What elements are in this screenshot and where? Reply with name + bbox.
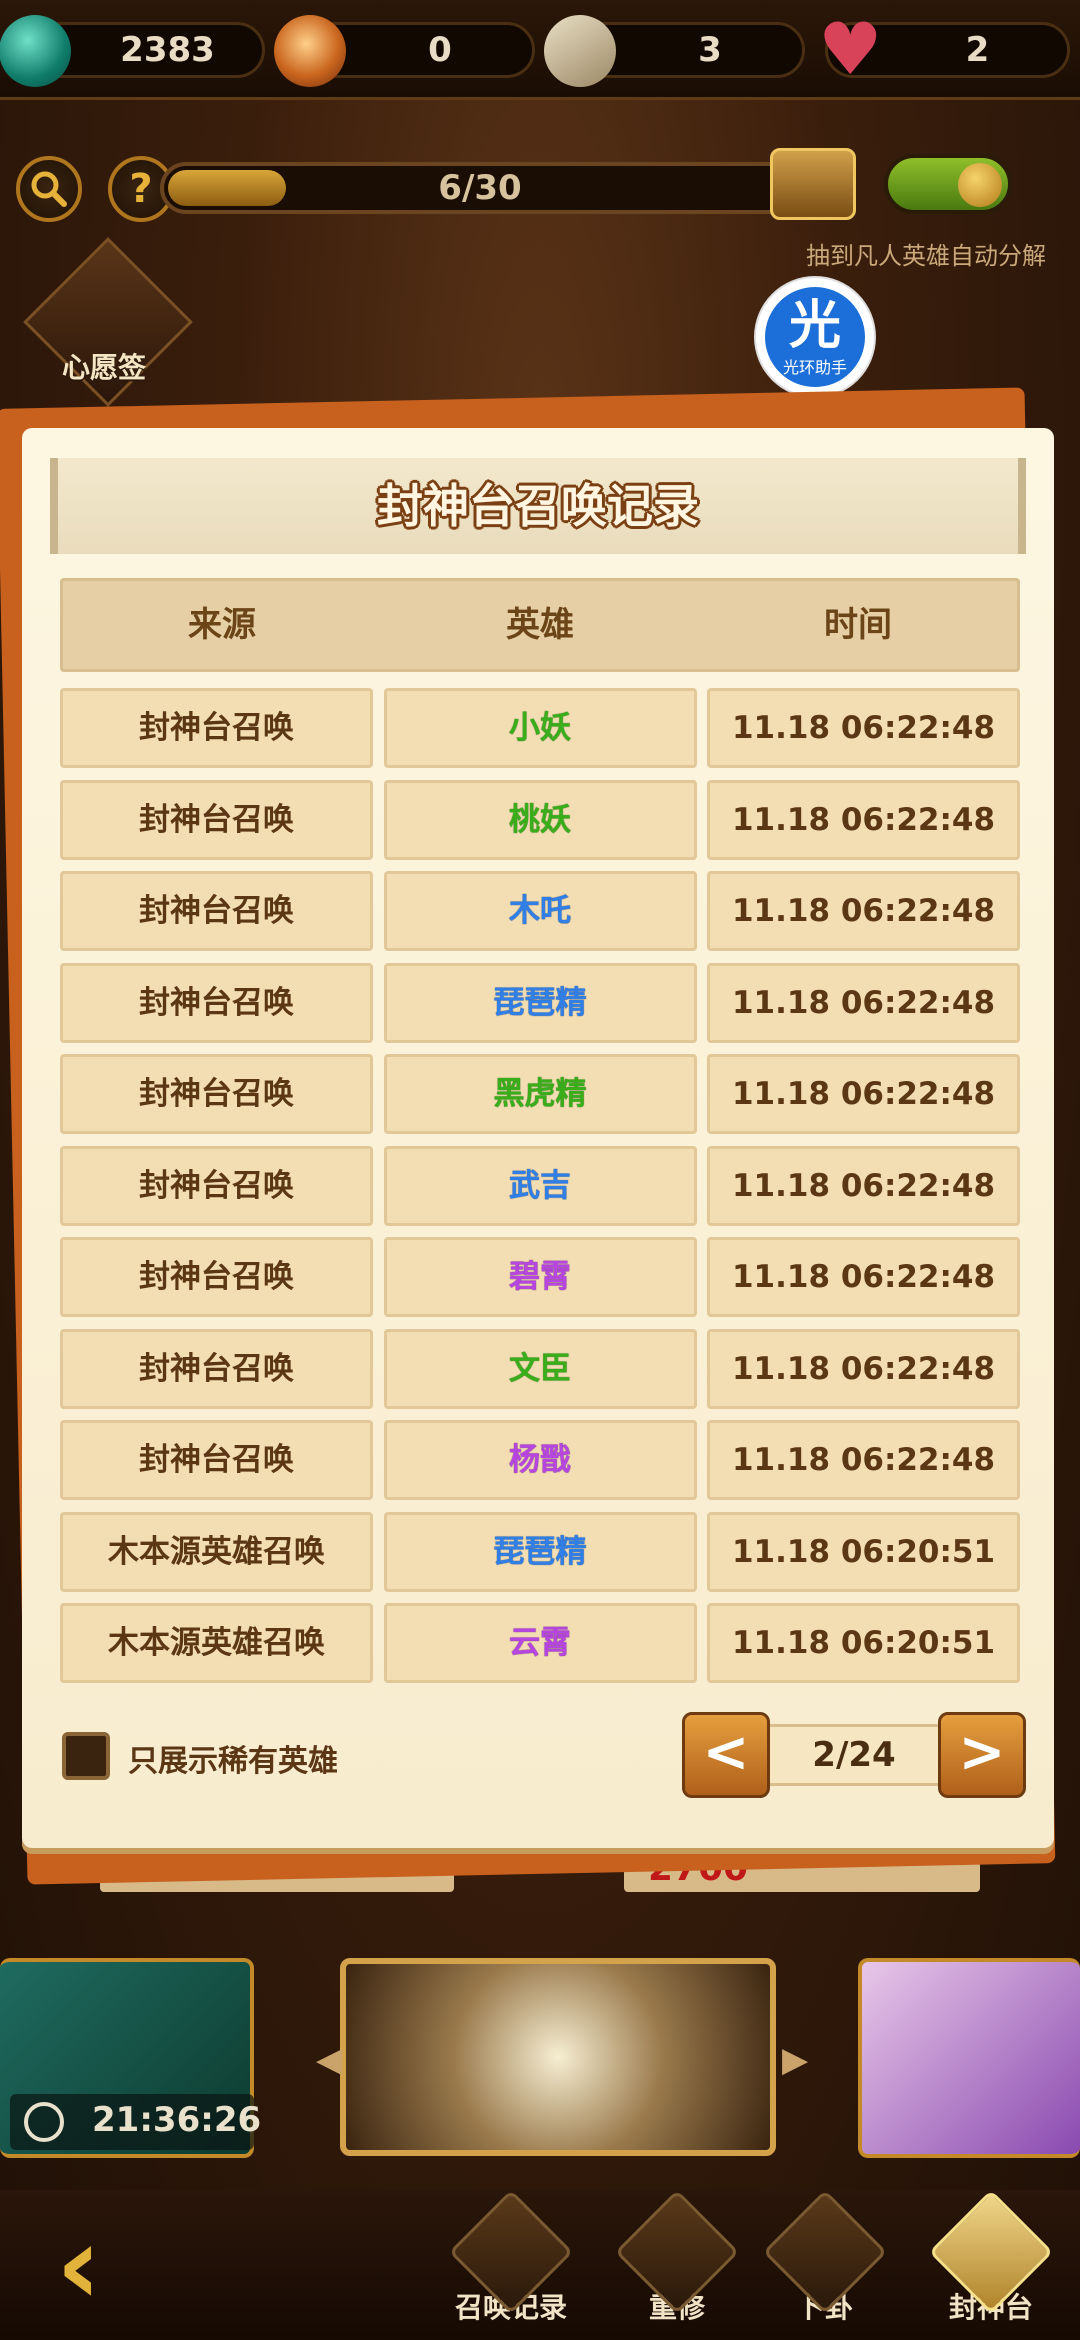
cell-source: 木本源英雄召唤 bbox=[60, 1511, 373, 1592]
cell-hero: 桃妖 bbox=[383, 779, 697, 860]
carousel-right-arrow-icon[interactable]: ▶ bbox=[782, 2040, 808, 2080]
ticket-resource[interactable]: 3 bbox=[537, 8, 805, 94]
helper-badge[interactable]: 光 光环助手 bbox=[756, 278, 874, 396]
record-list: 封神台召唤 小妖 11.18 06:22:48 封神台召唤 桃妖 11.18 06:22:… bbox=[60, 688, 1020, 1695]
auto-decompose-toggle[interactable] bbox=[884, 154, 1012, 214]
cell-hero: 木吒 bbox=[383, 871, 697, 951]
header-hero: 英雄 bbox=[506, 605, 574, 645]
cell-source: 封神台召唤 bbox=[60, 1420, 373, 1500]
cell-time: 11.18 06:22:48 bbox=[707, 1237, 1020, 1317]
cell-hero: 武吉 bbox=[383, 1145, 697, 1226]
cell-source: 木本源英雄召唤 bbox=[60, 1603, 373, 1683]
auto-decompose-label: 抽到凡人英雄自动分解 bbox=[806, 242, 1046, 270]
progress-text: 6/30 bbox=[438, 168, 522, 208]
page-indicator: 2/24 bbox=[770, 1724, 938, 1786]
table-row: 封神台召唤 黑虎精 11.18 06:22:48 bbox=[60, 1054, 1020, 1134]
summon-ticket-icon bbox=[537, 8, 623, 94]
event-timer: 21:36:26 bbox=[10, 2094, 261, 2150]
cell-hero: 琵琶精 bbox=[383, 1511, 697, 1592]
resource-bar: 2383 0 3 2 bbox=[0, 0, 1080, 100]
cell-source: 封神台召唤 bbox=[60, 779, 373, 860]
search-icon bbox=[31, 171, 67, 207]
cell-hero: 云霄 bbox=[383, 1603, 697, 1683]
jade-coin-icon bbox=[0, 15, 71, 87]
table-row: 封神台召唤 桃妖 11.18 06:22:48 bbox=[60, 779, 1020, 860]
cell-source: 封神台召唤 bbox=[60, 1328, 373, 1409]
cell-time: 11.18 06:22:48 bbox=[707, 1328, 1020, 1409]
event-card-right[interactable] bbox=[858, 1958, 1080, 2158]
ticket-count: 3 bbox=[698, 30, 722, 70]
cell-time: 11.18 06:22:48 bbox=[707, 1054, 1020, 1134]
cell-hero: 小妖 bbox=[383, 688, 697, 768]
cell-hero: 碧霄 bbox=[383, 1237, 697, 1317]
cell-source: 封神台召唤 bbox=[60, 1237, 373, 1317]
table-row: 封神台召唤 武吉 11.18 06:22:48 bbox=[60, 1145, 1020, 1226]
lucky-bag-icon bbox=[274, 15, 346, 87]
clock-icon bbox=[24, 2102, 64, 2142]
dialog-title-band: 封神台召唤记录 bbox=[50, 458, 1026, 554]
cell-source: 封神台召唤 bbox=[60, 688, 373, 768]
table-row: 封神台召唤 杨戬 11.18 06:22:48 bbox=[60, 1420, 1020, 1500]
pagination: < 2/24 > bbox=[682, 1712, 1026, 1798]
table-row: 封神台召唤 文臣 11.18 06:22:48 bbox=[60, 1328, 1020, 1409]
cell-time: 11.18 06:22:48 bbox=[707, 1420, 1020, 1500]
header-time: 时间 bbox=[824, 605, 892, 645]
jade-resource[interactable]: 2383 bbox=[0, 15, 265, 87]
header-source: 来源 bbox=[188, 605, 256, 645]
prev-page-button[interactable]: < bbox=[682, 1712, 770, 1798]
nav-divination[interactable]: 卜卦 bbox=[760, 2189, 890, 2326]
cell-source: 封神台召唤 bbox=[60, 962, 373, 1043]
heart-resource[interactable]: 2 bbox=[818, 7, 1070, 91]
table-row: 封神台召唤 琵琶精 11.18 06:22:48 bbox=[60, 962, 1020, 1043]
cell-hero: 琵琶精 bbox=[383, 962, 697, 1043]
wish-tag-label[interactable]: 心愿签 bbox=[62, 346, 146, 386]
helper-badge-label: 光环助手 bbox=[782, 358, 847, 377]
next-page-button[interactable]: > bbox=[938, 1712, 1026, 1798]
cell-time: 11.18 06:22:48 bbox=[707, 779, 1020, 860]
nav-summon-record[interactable]: 召唤记录 bbox=[446, 2189, 576, 2326]
heart-icon bbox=[814, 7, 886, 91]
back-arrow-icon[interactable]: ‹ bbox=[56, 2210, 176, 2320]
table-row: 木本源英雄召唤 琵琶精 11.18 06:20:51 bbox=[60, 1511, 1020, 1592]
table-row: 封神台召唤 碧霄 11.18 06:22:48 bbox=[60, 1237, 1020, 1317]
summon-record-dialog: 封神台召唤记录 来源 英雄 时间 封神台召唤 小妖 11.18 06:22:48 封神… bbox=[22, 428, 1054, 1848]
cell-time: 11.18 06:20:51 bbox=[707, 1603, 1020, 1683]
cell-hero: 文臣 bbox=[383, 1328, 697, 1409]
cell-source: 封神台召唤 bbox=[60, 871, 373, 951]
jade-count: 2383 bbox=[120, 30, 215, 70]
heart-count: 2 bbox=[965, 30, 990, 70]
cell-hero: 黑虎精 bbox=[383, 1054, 697, 1134]
question-icon: ? bbox=[129, 166, 153, 212]
carousel-left-arrow-icon[interactable]: ◀ bbox=[316, 2040, 342, 2080]
bottom-nav: ‹ 召唤记录 重修 卜卦 封神台 bbox=[0, 2189, 1080, 2340]
cell-time: 11.18 06:22:48 bbox=[707, 871, 1020, 951]
cell-time: 11.18 06:22:48 bbox=[707, 688, 1020, 768]
treasure-chest-icon[interactable] bbox=[770, 148, 856, 220]
table-row: 封神台召唤 小妖 11.18 06:22:48 bbox=[60, 688, 1020, 768]
cell-source: 封神台召唤 bbox=[60, 1054, 373, 1134]
table-row: 木本源英雄召唤 云霄 11.18 06:20:51 bbox=[60, 1603, 1020, 1683]
rare-only-label[interactable]: 只展示稀有英雄 bbox=[128, 1736, 338, 1780]
cell-time: 11.18 06:22:48 bbox=[707, 962, 1020, 1043]
rare-only-checkbox[interactable] bbox=[62, 1732, 110, 1780]
timer-text: 21:36:26 bbox=[92, 2100, 262, 2140]
cell-time: 11.18 06:20:51 bbox=[707, 1511, 1020, 1592]
search-button[interactable] bbox=[16, 156, 82, 222]
summon-portal-card[interactable] bbox=[340, 1958, 776, 2156]
nav-retrain[interactable]: 重修 bbox=[612, 2189, 742, 2326]
table-row: 封神台召唤 木吒 11.18 06:22:48 bbox=[60, 871, 1020, 951]
cell-source: 封神台召唤 bbox=[60, 1145, 373, 1226]
helper-badge-glyph: 光 bbox=[788, 296, 841, 356]
cell-time: 11.18 06:22:48 bbox=[707, 1145, 1020, 1226]
dialog-title: 封神台召唤记录 bbox=[377, 479, 699, 533]
summon-progress-bar: 6/30 bbox=[160, 162, 800, 214]
nav-fengshen-platform[interactable]: 封神台 bbox=[926, 2189, 1056, 2326]
bag-resource[interactable]: 0 bbox=[274, 15, 535, 87]
toggle-knob bbox=[958, 163, 1002, 207]
cell-hero: 杨戬 bbox=[383, 1420, 697, 1500]
bag-count: 0 bbox=[428, 30, 452, 70]
table-header: 来源 英雄 时间 bbox=[60, 578, 1020, 672]
